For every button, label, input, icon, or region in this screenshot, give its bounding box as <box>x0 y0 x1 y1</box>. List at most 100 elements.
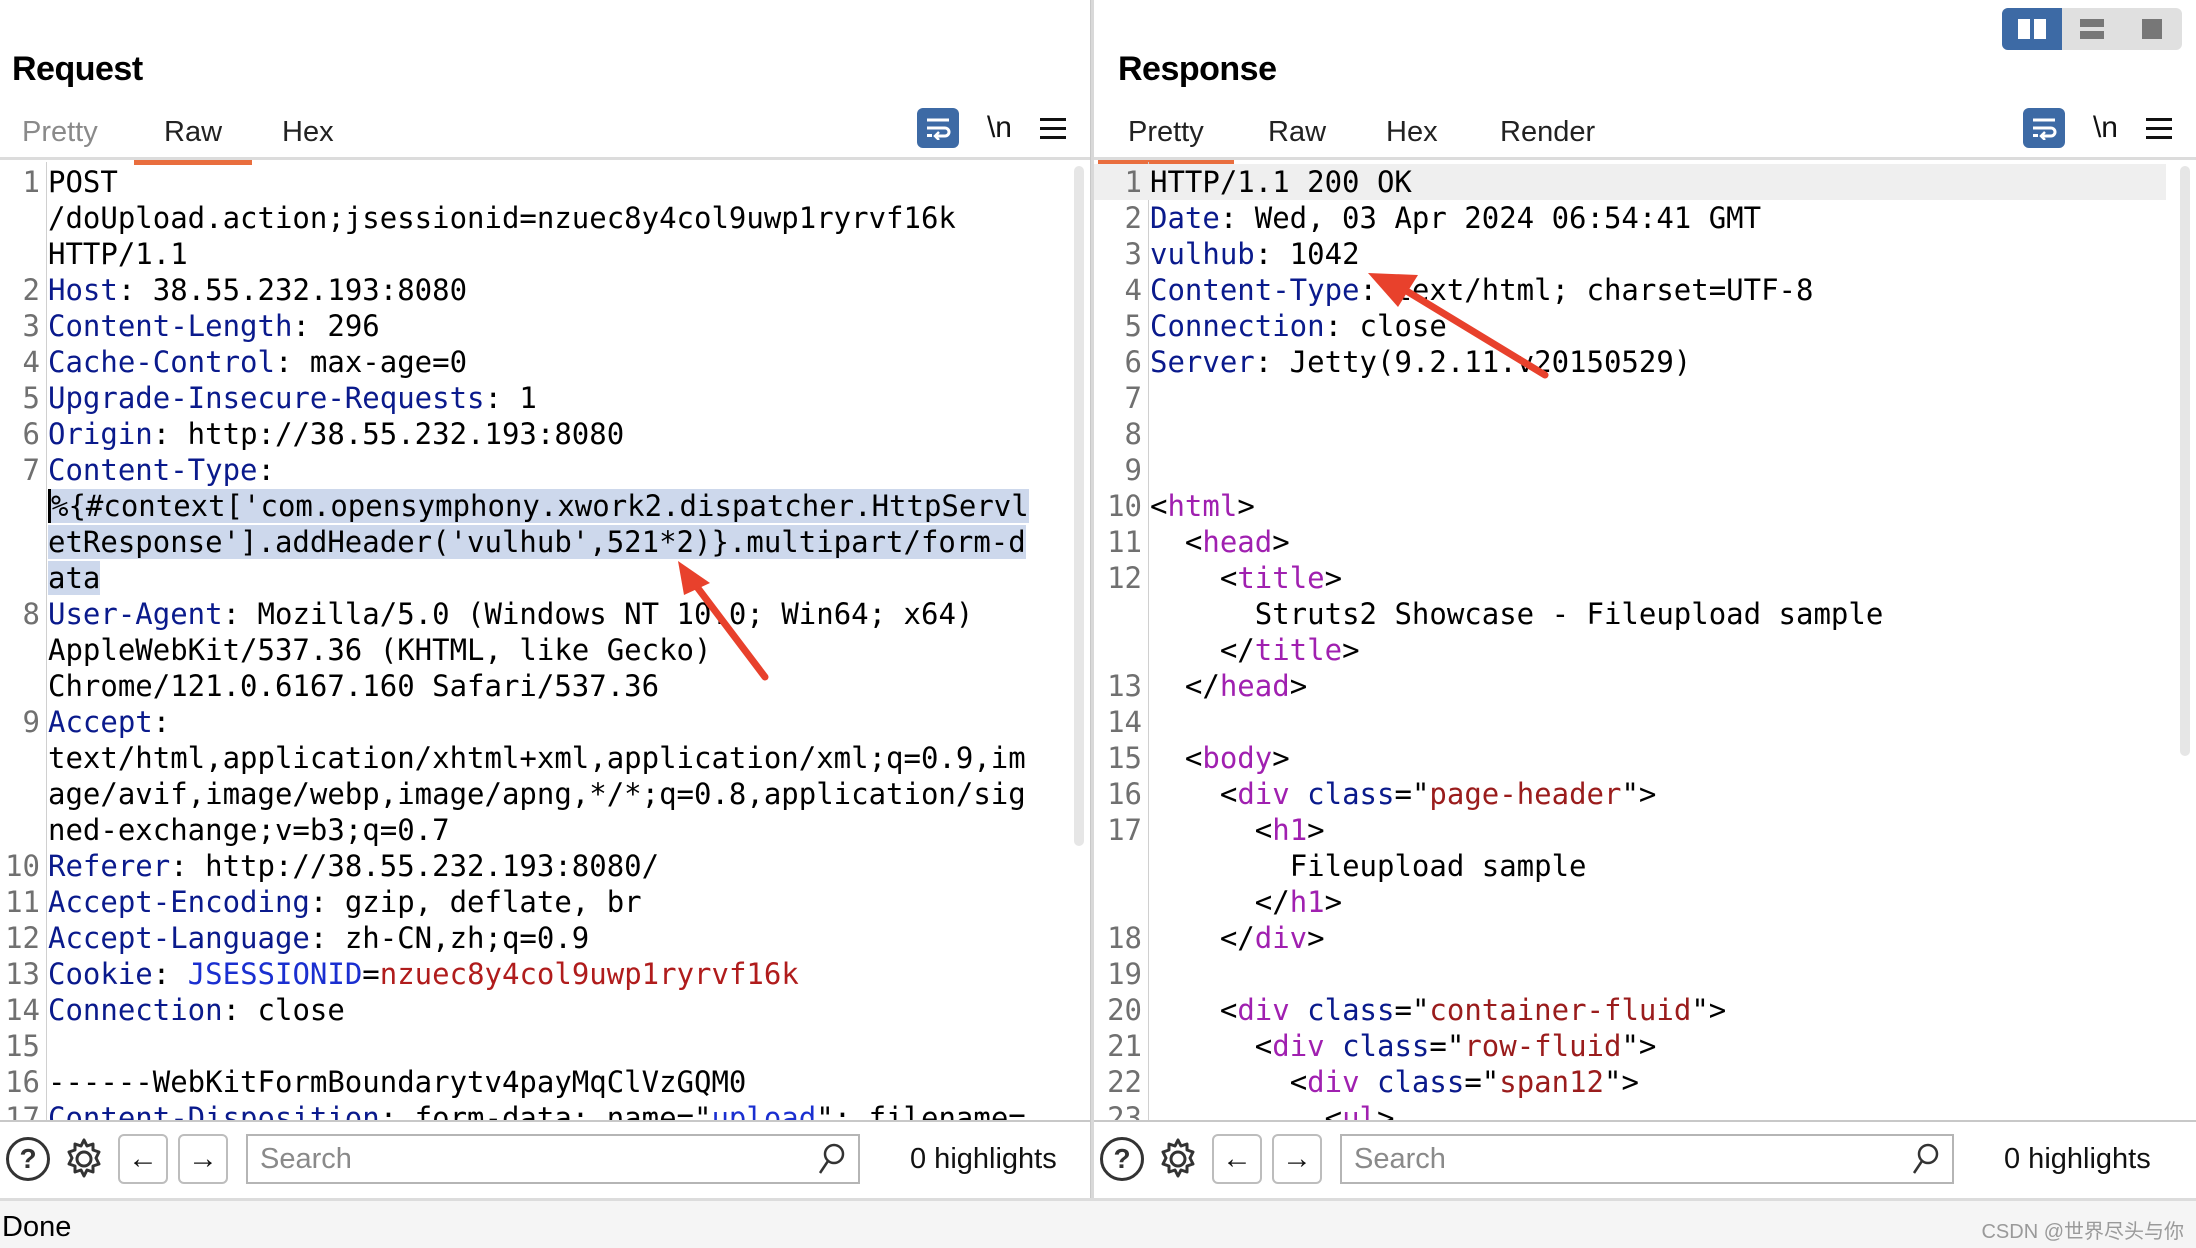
code-line[interactable]: 1 HTTP/1.1 200 OK <box>1094 164 2166 200</box>
code-token: =" <box>1464 1065 1500 1099</box>
next-match-button[interactable]: → <box>1272 1134 1322 1184</box>
code-line[interactable]: Struts2 Showcase - Fileupload sample <box>1094 596 2166 632</box>
layout-top-bottom-icon[interactable] <box>2062 8 2122 50</box>
code-line[interactable]: 8 <box>1094 416 2166 452</box>
request-code[interactable]: 1 POST/doUpload.action;jsessionid=nzuec8y… <box>0 164 1060 1120</box>
code-line[interactable]: 1 POST <box>0 164 1060 200</box>
request-tab-raw[interactable]: Raw <box>134 112 253 165</box>
code-line[interactable]: 8 User-Agent: Mozilla/5.0 (Windows NT 10.… <box>0 596 1060 632</box>
gear-icon[interactable] <box>60 1135 108 1183</box>
code-line[interactable]: 14 Connection: close <box>0 992 1060 1028</box>
layout-single-icon[interactable] <box>2122 8 2182 50</box>
search-icon[interactable] <box>816 1142 846 1176</box>
code-line[interactable]: 3 vulhub: 1042 <box>1094 236 2166 272</box>
code-line[interactable]: 9 Accept: <box>0 704 1060 740</box>
request-tab-pretty[interactable]: Pretty <box>0 112 128 160</box>
line-text: <title> <box>1146 560 2166 596</box>
code-line[interactable]: ata <box>0 560 1060 596</box>
code-line[interactable]: 6 Origin: http://38.55.232.193:8080 <box>0 416 1060 452</box>
code-line[interactable]: 11 <head> <box>1094 524 2166 560</box>
code-line[interactable]: etResponse'].addHeader('vulhub',521*2)}.… <box>0 524 1060 560</box>
code-line[interactable]: 4 Content-Type: text/html; charset=UTF-8 <box>1094 272 2166 308</box>
response-tab-hex[interactable]: Hex <box>1356 112 1468 160</box>
next-match-button[interactable]: → <box>178 1134 228 1184</box>
code-line[interactable]: 10 Referer: http://38.55.232.193:8080/ <box>0 848 1060 884</box>
code-line[interactable]: %{#context['com.opensymphony.xwork2.disp… <box>0 488 1060 524</box>
gear-icon[interactable] <box>1154 1135 1202 1183</box>
code-line[interactable]: 18 </div> <box>1094 920 2166 956</box>
code-token: = <box>362 957 380 991</box>
code-line[interactable]: Chrome/121.0.6167.160 Safari/537.36 <box>0 668 1060 704</box>
newline-toggle-button[interactable]: \n <box>987 111 1012 145</box>
response-tab-raw[interactable]: Raw <box>1238 112 1356 160</box>
code-line[interactable]: 21 <div class="row-fluid"> <box>1094 1028 2166 1064</box>
code-line[interactable]: 17 Content-Disposition: form-data; name="… <box>0 1100 1060 1120</box>
response-tab-render[interactable]: Render <box>1470 112 1625 160</box>
code-line[interactable]: 9 <box>1094 452 2166 488</box>
previous-match-button[interactable]: ← <box>118 1134 168 1184</box>
response-code[interactable]: 1 HTTP/1.1 200 OK 2 Date: Wed, 03 Apr 2024 … <box>1094 164 2166 1120</box>
response-highlights-count: 0 highlights <box>2004 1142 2151 1175</box>
code-line[interactable]: 11 Accept-Encoding: gzip, deflate, br <box>0 884 1060 920</box>
code-line[interactable]: 12 <title> <box>1094 560 2166 596</box>
response-editor[interactable]: 1 HTTP/1.1 200 OK 2 Date: Wed, 03 Apr 2024 … <box>1094 162 2196 1120</box>
code-line[interactable]: 2 Date: Wed, 03 Apr 2024 06:54:41 GMT <box>1094 200 2166 236</box>
newline-toggle-button[interactable]: \n <box>2093 111 2118 145</box>
line-number: 4 <box>22 345 40 379</box>
hamburger-icon[interactable] <box>1040 117 1066 139</box>
code-token: vulhub <box>1150 237 1255 271</box>
response-search-input[interactable] <box>1354 1142 1910 1176</box>
response-tab-pretty[interactable]: Pretty <box>1098 112 1234 165</box>
code-line[interactable]: 7 Content-Type: <box>0 452 1060 488</box>
code-line[interactable]: 15 <body> <box>1094 740 2166 776</box>
code-line[interactable]: 10 <html> <box>1094 488 2166 524</box>
code-line[interactable]: 16 ------WebKitFormBoundarytv4payMqClVzGQ… <box>0 1064 1060 1100</box>
code-line[interactable]: 5 Connection: close <box>1094 308 2166 344</box>
code-line[interactable]: age/avif,image/webp,image/apng,*/*;q=0.8… <box>0 776 1060 812</box>
help-icon[interactable]: ? <box>6 1137 50 1181</box>
code-line[interactable]: Fileupload sample <box>1094 848 2166 884</box>
code-line[interactable]: </h1> <box>1094 884 2166 920</box>
code-line[interactable]: </title> <box>1094 632 2166 668</box>
layout-toggle <box>2002 8 2182 50</box>
code-token: : zh-CN,zh;q=0.9 <box>309 921 590 955</box>
previous-match-button[interactable]: ← <box>1212 1134 1262 1184</box>
code-line[interactable]: 15 <box>0 1028 1060 1064</box>
word-wrap-icon[interactable] <box>916 108 959 148</box>
request-editor[interactable]: 1 POST/doUpload.action;jsessionid=nzuec8y… <box>0 162 1090 1120</box>
code-line[interactable]: AppleWebKit/537.36 (KHTML, like Gecko) <box>0 632 1060 668</box>
help-icon[interactable]: ? <box>1100 1137 1144 1181</box>
code-line[interactable]: /doUpload.action;jsessionid=nzuec8y4col9… <box>0 200 1060 236</box>
code-line[interactable]: 2 Host: 38.55.232.193:8080 <box>0 272 1060 308</box>
code-line[interactable]: ned-exchange;v=b3;q=0.7 <box>0 812 1060 848</box>
code-line[interactable]: 14 <box>1094 704 2166 740</box>
code-line[interactable]: HTTP/1.1 <box>0 236 1060 272</box>
code-line[interactable]: 13 </head> <box>1094 668 2166 704</box>
code-line[interactable]: 19 <box>1094 956 2166 992</box>
line-text: Chrome/121.0.6167.160 Safari/537.36 <box>44 668 1060 704</box>
code-line[interactable]: 20 <div class="container-fluid"> <box>1094 992 2166 1028</box>
code-token: > <box>1324 561 1343 595</box>
code-line[interactable]: 17 <h1> <box>1094 812 2166 848</box>
search-icon[interactable] <box>1910 1142 1940 1176</box>
code-line[interactable]: 6 Server: Jetty(9.2.11.v20150529) <box>1094 344 2166 380</box>
request-search-input[interactable] <box>260 1142 816 1176</box>
layout-side-by-side-icon[interactable] <box>2002 8 2062 50</box>
request-scrollbar[interactable] <box>1074 166 1084 846</box>
request-tab-hex[interactable]: Hex <box>252 112 364 160</box>
code-line[interactable]: 16 <div class="page-header"> <box>1094 776 2166 812</box>
code-line[interactable]: 22 <div class="span12"> <box>1094 1064 2166 1100</box>
hamburger-icon[interactable] <box>2146 117 2172 139</box>
response-scrollbar[interactable] <box>2180 166 2190 756</box>
code-line[interactable]: text/html,application/xhtml+xml,applicat… <box>0 740 1060 776</box>
word-wrap-icon[interactable] <box>2022 108 2065 148</box>
code-line[interactable]: 3 Content-Length: 296 <box>0 308 1060 344</box>
code-line[interactable]: 23 <ul> <box>1094 1100 2166 1120</box>
code-line[interactable]: 13 Cookie: JSESSIONID=nzuec8y4col9uwp1ryr… <box>0 956 1060 992</box>
code-line[interactable]: 4 Cache-Control: max-age=0 <box>0 344 1060 380</box>
code-line[interactable]: 7 <box>1094 380 2166 416</box>
code-line[interactable]: 12 Accept-Language: zh-CN,zh;q=0.9 <box>0 920 1060 956</box>
code-line[interactable]: 5 Upgrade-Insecure-Requests: 1 <box>0 380 1060 416</box>
line-number <box>0 236 44 272</box>
code-token: : form-data; name=" <box>379 1101 712 1120</box>
